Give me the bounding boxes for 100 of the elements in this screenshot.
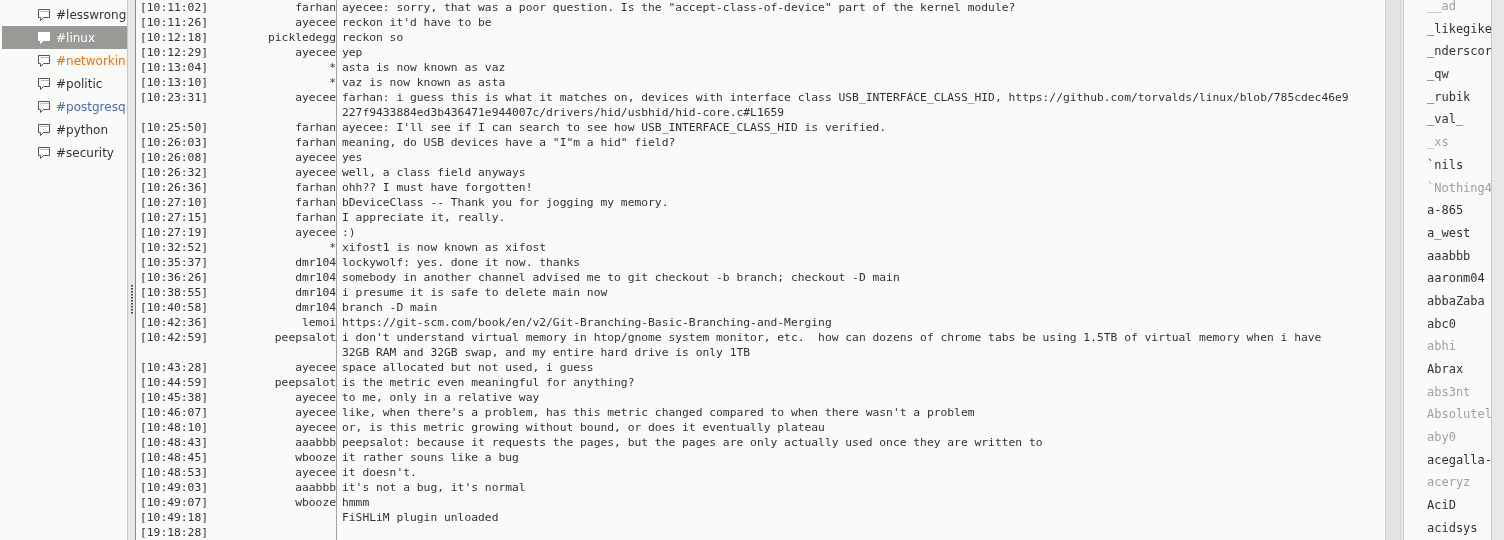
message-text: hmmm [341,495,370,510]
user-item[interactable]: _likegike [1404,17,1491,41]
timestamp: [10:13:10] [139,75,209,90]
nickname: farhan [295,1,336,14]
user-item[interactable]: _val_ [1404,108,1491,132]
message-text: ohh?? I must have forgotten! [341,180,533,195]
user-item[interactable]: AciD [1404,494,1491,517]
timestamp: [10:26:32] [139,165,209,180]
timestamp: [10:12:18] [139,30,209,45]
message-text: xifost1 is now known as xifost [341,240,547,255]
timestamp: [10:43:28] [139,360,209,375]
timestamp: [10:26:08] [139,150,209,165]
timestamp: [10:11:26] [139,15,209,30]
pane-handle[interactable] [130,285,133,315]
message-text: I appreciate it, really. [341,210,506,225]
user-item[interactable]: acegalla- [1404,448,1491,472]
nickname: peepsalot [274,331,336,344]
nickname: pickledegg [268,31,336,44]
message-text: space allocated but not used, i guess [341,360,594,375]
nickname: lemoi [302,316,336,329]
channel-item[interactable]: #lesswrong [2,3,127,26]
timestamp: [10:25:50] [139,120,209,135]
nickname: wbooze [295,496,336,509]
message-text: it rather souns like a bug [341,450,519,465]
chat-bubble-icon [36,75,52,92]
user-item[interactable]: Abrax [1404,358,1491,381]
channel-item[interactable]: #security [2,141,127,164]
channel-item[interactable]: #postgresq [2,95,127,118]
message-text: is the metric even meaningful for anything? [341,375,635,390]
channel-item[interactable]: #politic [2,72,127,95]
chat-bubble-icon [36,29,52,46]
nickname: ayecee [295,46,336,59]
timestamp: [10:40:58] [139,300,209,315]
nickname: farhan [295,181,336,194]
message-text: peepsalot: because it requests the pages, but the pages are only actually used once they are written to [341,435,1043,450]
nickname: * [329,241,336,254]
user-item[interactable]: _rubik [1404,85,1491,109]
user-item[interactable]: acidsys [1404,516,1491,540]
user-item[interactable]: `nils [1404,153,1491,177]
timestamp: [10:46:07] [139,405,209,420]
message-text: https://git-scm.com/book/en/v2/Git-Branching-Basic-Branching-and-Merging [341,315,832,330]
nickname: dmr104 [295,271,336,284]
timestamp: [10:32:52] [139,240,209,255]
nickname: aaabbb [295,481,336,494]
timestamp: [10:27:15] [139,210,209,225]
timestamp: [10:38:55] [139,285,209,300]
user-item[interactable]: abbaZaba [1404,289,1491,313]
message-text: ayecee: sorry, that was a poor question. Is the "accept-class-of-device" part of the kernel module? [341,0,1016,15]
nickname: ayecee [295,421,336,434]
user-item[interactable]: _qw [1404,63,1491,86]
timestamp: [10:36:26] [139,270,209,285]
message-text: to me, only in a relative way [341,390,540,405]
user-item[interactable]: aaronm04 [1404,267,1491,290]
nickname: farhan [295,121,336,134]
user-item[interactable]: aaabbb [1404,244,1491,268]
timestamp: [10:48:53] [139,465,209,480]
user-item[interactable]: abc0 [1404,312,1491,336]
message-text: it doesn't. [341,465,417,480]
chat-bubble-icon [36,52,52,69]
message-text: reckon so [341,30,404,45]
message-text: branch -D main [341,300,438,315]
timestamp: [10:48:10] [139,420,209,435]
message-text: asta is now known as vaz [341,60,506,75]
user-item[interactable]: a_west [1404,221,1491,245]
timestamp: [10:26:03] [139,135,209,150]
scrollbar[interactable] [1385,0,1401,540]
message-text: yep [341,45,363,60]
message-text: yes [341,150,363,165]
timestamp: [10:44:59] [139,375,209,390]
user-item[interactable]: _nderscor [1404,40,1491,64]
nickname: farhan [295,211,336,224]
message-text: meaning, do USB devices have a "I"m a hid" field? [341,135,676,150]
nickname: aaabbb [295,436,336,449]
timestamp: [10:26:36] [139,180,209,195]
timestamp: [10:49:07] [139,495,209,510]
message-text: i presume it is safe to delete main now [341,285,608,300]
chat-bubble-icon [36,121,52,138]
nickname: ayecee [295,466,336,479]
user-item[interactable]: a-865 [1404,199,1491,222]
nickname: ayecee [295,361,336,374]
message-text: well, a class field anyways [341,165,526,180]
timestamp: [10:27:10] [139,195,209,210]
nickname: dmr104 [295,256,336,269]
nickname: * [329,61,336,74]
timestamp: [10:35:37] [139,255,209,270]
channel-item[interactable]: #python [2,118,127,141]
nickname: ayecee [295,16,336,29]
timestamp: [10:49:18] [139,510,209,525]
nickname: dmr104 [295,301,336,314]
message-text: or, is this metric growing without bound, or does it eventually plateau [341,420,825,435]
message-text: FiSHLiM plugin unloaded [341,510,499,525]
timestamp: [10:45:38] [139,390,209,405]
nickname: ayecee [295,166,336,179]
nickname: wbooze [295,451,336,464]
nickname: ayecee [295,391,336,404]
nickname: farhan [295,136,336,149]
message-text: bDeviceClass -- Thank you for jogging my memory. [341,195,669,210]
message-text: lockywolf: yes. done it now. thanks [341,255,581,270]
nickname: ayecee [295,91,336,104]
timestamp: [10:23:31] [139,90,209,106]
